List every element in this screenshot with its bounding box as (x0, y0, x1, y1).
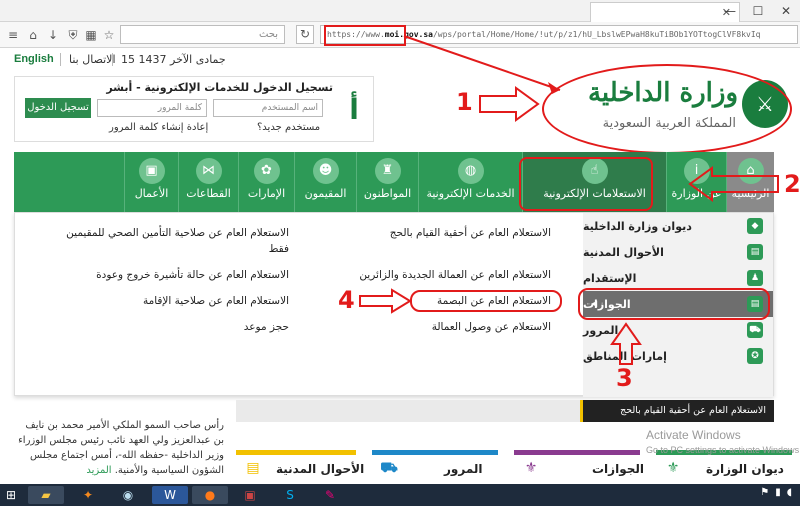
annotation-number-3: 3 (616, 364, 633, 392)
color-bar (236, 450, 356, 455)
arrow-4 (359, 288, 412, 314)
car-icon: ⛟ (380, 460, 398, 476)
service-ministry-office[interactable]: ⚜ ديوان الوزارة (656, 450, 792, 484)
emblem-icon: ⚜ (666, 460, 680, 476)
service-label: الأحوال المدنية (276, 462, 365, 476)
windows-taskbar: ⊞ ▰ ✦ ◉ W ● ▣ S ✎ ⚑ ▮ ◖ (0, 484, 800, 506)
more-link[interactable]: المزيد (86, 465, 111, 476)
media-icon[interactable]: ✦ (70, 486, 106, 504)
services-row: ▤ الأحوال المدنية ⛟ المرور ⚜ الجوازات ⚜ … (236, 450, 792, 484)
ticker-track (236, 400, 580, 422)
color-bar (372, 450, 498, 455)
skype-icon[interactable]: S (272, 486, 308, 504)
service-passports[interactable]: ⚜ الجوازات (514, 450, 644, 484)
id-card-icon: ▤ (246, 460, 260, 476)
news-ticker[interactable]: الاستعلام العام عن أحقية القيام بالحج (580, 400, 774, 422)
service-civil-affairs[interactable]: ▤ الأحوال المدنية (236, 450, 364, 484)
service-label: الجوازات (592, 462, 644, 476)
news-article: رأس صاحب السمو الملكي الأمير محمد بن ناي… (14, 418, 224, 484)
url-to-logo-line (403, 35, 561, 91)
network-icon[interactable]: ▮ (775, 487, 781, 498)
arrow-1 (479, 86, 540, 122)
paint-icon[interactable]: ✎ (312, 486, 348, 504)
service-label: ديوان الوزارة (706, 462, 784, 476)
start-icon[interactable]: ⊞ (0, 486, 22, 504)
folder-icon[interactable]: ▰ (28, 486, 64, 504)
annotation-number-4: 4 (338, 286, 355, 314)
activate-windows-title: Activate Windows (646, 428, 741, 442)
url-to-logo-arrowhead (548, 82, 560, 94)
flag-icon[interactable]: ⚑ (760, 487, 769, 498)
annotation-number-2: 2 (784, 170, 800, 198)
emblem-icon: ⚜ (524, 460, 538, 476)
system-tray: ⚑ ▮ ◖ (760, 487, 792, 498)
annotation-number-1: 1 (456, 88, 473, 116)
activate-windows-subtitle: Go to PC settings to activate Windows (646, 445, 800, 455)
word-icon[interactable]: W (152, 486, 188, 504)
color-bar (514, 450, 640, 455)
service-traffic[interactable]: ⛟ المرور (372, 450, 498, 484)
firefox-icon[interactable]: ● (192, 486, 228, 504)
arrow-2 (688, 166, 779, 202)
app-icon[interactable]: ▣ (232, 486, 268, 504)
volume-icon[interactable]: ◖ (787, 487, 792, 498)
news-body: رأس صاحب السمو الملكي الأمير محمد بن ناي… (18, 420, 224, 476)
service-label: المرور (444, 462, 483, 476)
chrome-icon[interactable]: ◉ (110, 486, 146, 504)
arrow-3 (610, 322, 642, 365)
